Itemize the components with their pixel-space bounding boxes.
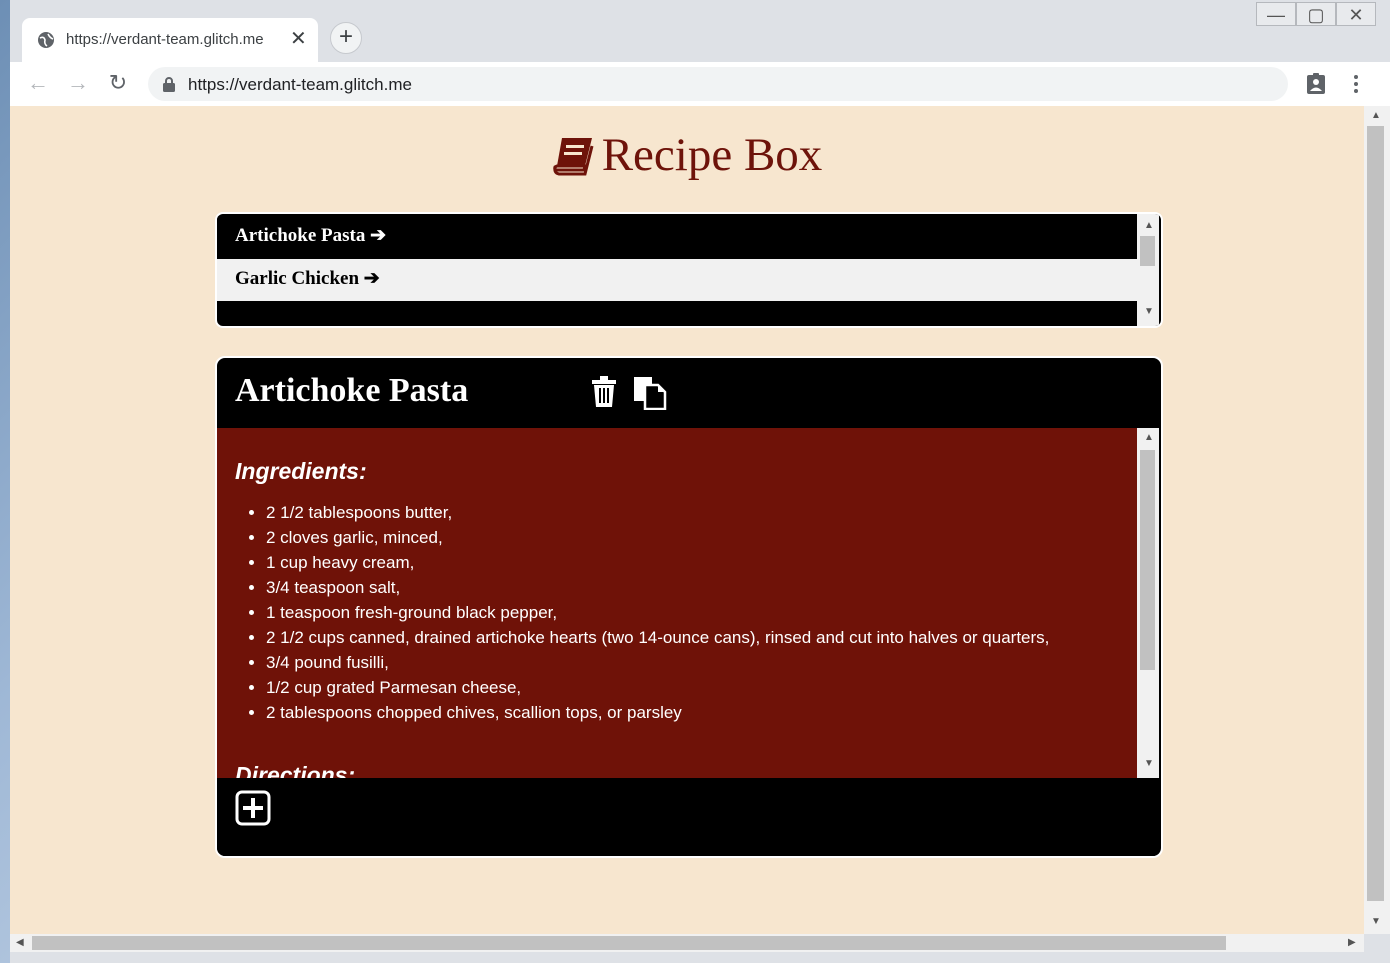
- copy-icon[interactable]: [633, 376, 667, 410]
- browser-toolbar: ← → ↻ https://verdant-team.glitch.me: [10, 62, 1390, 106]
- close-window-button[interactable]: ✕: [1336, 2, 1376, 26]
- scroll-down-icon[interactable]: ▼: [1371, 916, 1381, 927]
- scroll-up-icon[interactable]: ▲: [1371, 110, 1381, 121]
- ingredient-item: 1 cup heavy cream,: [266, 550, 1049, 575]
- page-viewport: Recipe Box Artichoke Pasta ➔ Garlic Chic…: [10, 106, 1364, 934]
- title-bar: https://verdant-team.glitch.me ✕ + — ▢ ✕: [10, 0, 1390, 62]
- profile-icon[interactable]: [1304, 72, 1328, 96]
- browser-tab[interactable]: https://verdant-team.glitch.me ✕: [22, 18, 318, 62]
- maximize-button[interactable]: ▢: [1296, 2, 1336, 26]
- url-text: https://verdant-team.glitch.me: [188, 75, 412, 94]
- scroll-thumb[interactable]: [1140, 450, 1155, 670]
- page-title: Recipe Box: [10, 128, 1364, 182]
- reload-button[interactable]: ↻: [104, 70, 132, 98]
- recipe-list: Artichoke Pasta ➔ Garlic Chicken ➔ ▲ ▼: [215, 212, 1163, 328]
- plus-square-icon[interactable]: [235, 790, 271, 826]
- address-bar[interactable]: https://verdant-team.glitch.me: [148, 67, 1288, 101]
- recipe-card-footer: [217, 778, 1159, 856]
- ingredient-item: 1/2 cup grated Parmesan cheese,: [266, 675, 1049, 700]
- ingredient-item: 3/4 pound fusilli,: [266, 650, 1049, 675]
- arrow-right-icon: ➔: [363, 268, 380, 289]
- recipe-list-item[interactable]: Artichoke Pasta ➔: [217, 216, 1137, 258]
- scroll-down-icon[interactable]: ▼: [1144, 758, 1154, 769]
- recipe-body: Ingredients: 2 1/2 tablespoons butter, 2…: [217, 428, 1137, 778]
- page-vertical-scrollbar[interactable]: ▲ ▼: [1364, 106, 1390, 934]
- directions-heading: Directions:: [235, 762, 356, 778]
- scroll-thumb[interactable]: [1367, 126, 1384, 901]
- globe-icon: [38, 32, 54, 48]
- page-horizontal-scrollbar[interactable]: ◀ ▶: [10, 934, 1364, 952]
- arrow-right-icon: ➔: [370, 225, 387, 246]
- ingredient-item: 2 1/2 cups canned, drained artichoke hea…: [266, 625, 1049, 650]
- ingredient-item: 2 tablespoons chopped chives, scallion t…: [266, 700, 1049, 725]
- app-title: Recipe Box: [601, 129, 823, 181]
- forward-button[interactable]: →: [64, 70, 92, 98]
- recipe-title: Artichoke Pasta: [235, 372, 469, 409]
- scroll-up-icon[interactable]: ▲: [1144, 220, 1154, 231]
- ingredient-item: 1 teaspoon fresh-ground black pepper,: [266, 600, 1049, 625]
- recipe-card: Artichoke Pasta Ingredients: 2 1/2 table…: [215, 356, 1163, 858]
- scroll-thumb[interactable]: [1140, 236, 1155, 266]
- scroll-down-icon[interactable]: ▼: [1144, 306, 1154, 317]
- ingredients-list: 2 1/2 tablespoons butter, 2 cloves garli…: [217, 500, 1049, 725]
- back-button[interactable]: ←: [24, 70, 52, 98]
- ingredient-item: 3/4 teaspoon salt,: [266, 575, 1049, 600]
- trash-icon[interactable]: [591, 376, 617, 408]
- scroll-left-icon[interactable]: ◀: [16, 937, 24, 948]
- recipe-list-item[interactable]: Garlic Chicken ➔: [217, 259, 1137, 301]
- new-tab-button[interactable]: +: [330, 22, 362, 54]
- ingredient-item: 2 1/2 tablespoons butter,: [266, 500, 1049, 525]
- ingredient-item: 2 cloves garlic, minced,: [266, 525, 1049, 550]
- browser-window: https://verdant-team.glitch.me ✕ + — ▢ ✕…: [10, 0, 1390, 963]
- recipe-name: Artichoke Pasta: [235, 225, 366, 246]
- scroll-up-icon[interactable]: ▲: [1144, 432, 1154, 443]
- recipe-name: Garlic Chicken: [235, 268, 360, 289]
- menu-icon[interactable]: [1344, 72, 1368, 96]
- tab-title: https://verdant-team.glitch.me: [66, 31, 264, 48]
- tab-close-icon[interactable]: ✕: [290, 26, 307, 51]
- book-icon: [553, 138, 594, 176]
- recipe-list-scrollbar[interactable]: ▲ ▼: [1137, 214, 1159, 326]
- ingredients-heading: Ingredients:: [235, 458, 367, 484]
- lock-icon: [163, 77, 175, 92]
- minimize-button[interactable]: —: [1256, 2, 1296, 26]
- scroll-thumb[interactable]: [32, 936, 1226, 950]
- scroll-right-icon[interactable]: ▶: [1348, 937, 1356, 948]
- recipe-body-scrollbar[interactable]: ▲ ▼: [1137, 428, 1159, 778]
